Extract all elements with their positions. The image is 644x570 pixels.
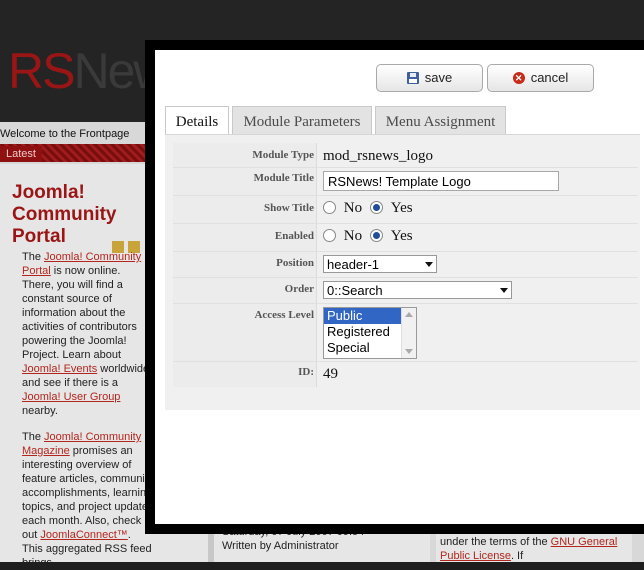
module-type-label: Module Type (173, 143, 317, 167)
tab-module-parameters[interactable]: Module Parameters (232, 106, 372, 135)
access-level-row: Access Level Public Registered Special (173, 304, 638, 362)
module-type-value: mod_rsnews_logo (323, 148, 433, 164)
position-select[interactable]: header-1 (323, 255, 437, 273)
access-level-label: Access Level (173, 304, 317, 361)
module-title-input[interactable]: RSNews! Template Logo (323, 171, 559, 191)
enabled-no-radio[interactable] (323, 229, 336, 243)
details-panel: Module Type mod_rsnews_logo Module Title… (165, 134, 640, 410)
show-title-row: Show Title No Yes (173, 196, 638, 224)
modal-content: save ✕ cancel Details Module Parameters M… (155, 50, 644, 524)
cancel-label: cancel (530, 70, 569, 85)
scroll-down-icon[interactable] (405, 349, 413, 354)
save-button[interactable]: save (376, 64, 483, 92)
module-edit-modal: save ✕ cancel Details Module Parameters M… (145, 40, 644, 534)
id-row: ID: 49 (173, 362, 638, 387)
show-title-label: Show Title (173, 196, 317, 223)
module-title-row: Module Title RSNews! Template Logo (173, 168, 638, 196)
show-title-yes-radio[interactable] (370, 201, 383, 215)
scroll-up-icon[interactable] (405, 312, 413, 317)
floppy-disk-icon (406, 71, 419, 84)
save-label: save (424, 70, 453, 85)
events-link[interactable]: Joomla! Events (22, 363, 97, 375)
enabled-label: Enabled (173, 224, 317, 251)
show-title-no-option[interactable]: No (323, 200, 362, 217)
close-circle-icon: ✕ (512, 71, 525, 84)
position-row: Position header-1 (173, 252, 638, 278)
id-value: 49 (323, 366, 338, 382)
chevron-down-icon (500, 288, 508, 293)
order-select[interactable]: 0::Search (323, 281, 512, 299)
joomla-connect-link[interactable]: JoomlaConnect™ (40, 529, 127, 541)
article-paragraph-1: The Joomla! Community Portal is now onli… (22, 251, 153, 417)
id-label: ID: (173, 362, 317, 387)
show-title-yes-option[interactable]: Yes (370, 200, 413, 217)
tab-bar: Details Module Parameters Menu Assignmen… (165, 106, 635, 136)
access-option-public[interactable]: Public (324, 308, 401, 324)
welcome-text: Welcome to the Frontpage (0, 128, 130, 140)
order-row: Order 0::Search (173, 278, 638, 304)
order-label: Order (173, 278, 317, 303)
enabled-row: Enabled No Yes (173, 224, 638, 252)
latest-label: Latest (0, 146, 42, 162)
access-option-registered[interactable]: Registered (324, 324, 401, 340)
module-title-label: Module Title (173, 168, 317, 195)
module-type-row: Module Type mod_rsnews_logo (173, 143, 638, 168)
access-option-special[interactable]: Special (324, 340, 401, 356)
license-text: under the terms of the GNU General Publi… (440, 536, 618, 562)
user-group-link[interactable]: Joomla! User Group (22, 391, 120, 403)
tab-details[interactable]: Details (165, 106, 229, 136)
chevron-down-icon (425, 262, 433, 267)
enabled-no-option[interactable]: No (323, 228, 362, 245)
cancel-button[interactable]: ✕ cancel (487, 64, 594, 92)
latest-bar: Latest (0, 144, 160, 162)
article-paragraph-2: The Joomla! Community Magazine promises … (22, 431, 154, 569)
show-title-no-radio[interactable] (323, 201, 336, 215)
access-level-listbox[interactable]: Public Registered Special (323, 307, 417, 359)
listbox-scrollbar[interactable] (401, 308, 416, 358)
site-logo: RSNew (8, 43, 170, 99)
enabled-yes-option[interactable]: Yes (370, 228, 413, 245)
article-author: Written by Administrator (222, 540, 339, 552)
enabled-yes-radio[interactable] (370, 229, 383, 243)
article-heading: Joomla! Community Portal (12, 182, 117, 247)
tab-menu-assignment[interactable]: Menu Assignment (375, 106, 506, 135)
position-label: Position (173, 252, 317, 277)
